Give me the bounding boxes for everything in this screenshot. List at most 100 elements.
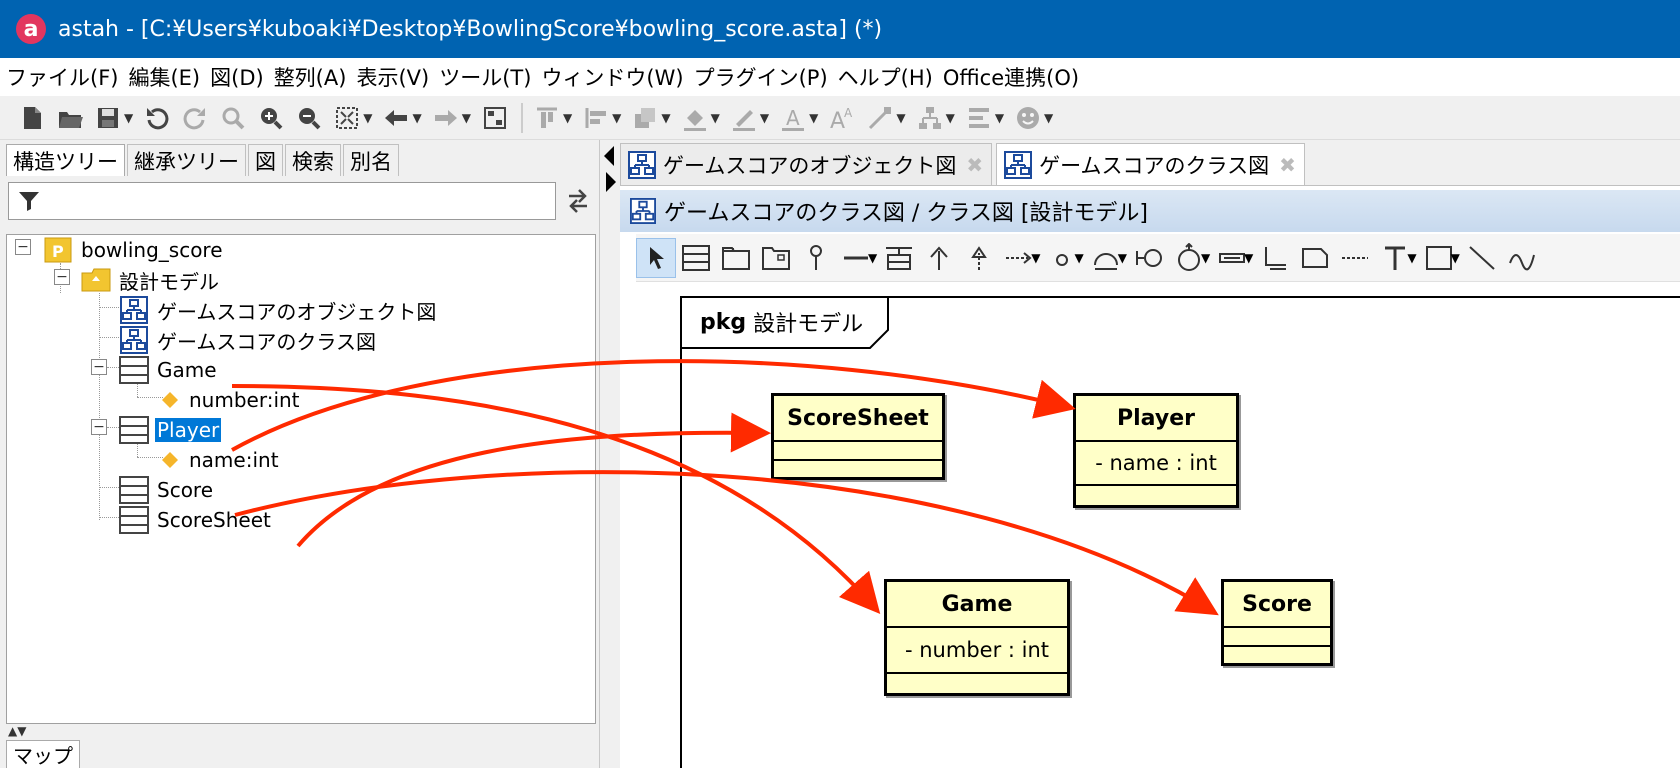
- open-folder-icon[interactable]: [52, 100, 88, 136]
- generalization-tool-icon[interactable]: [919, 238, 959, 278]
- attribute-dropdown-icon[interactable]: ▼: [1244, 251, 1253, 265]
- align-left-icon[interactable]: [578, 100, 614, 136]
- menu-view[interactable]: 表示(V): [356, 62, 429, 92]
- class-tool-icon[interactable]: [676, 238, 716, 278]
- font-size-icon[interactable]: AA: [824, 100, 860, 136]
- zoom-out-icon[interactable]: [291, 100, 327, 136]
- required-interface-dropdown-icon[interactable]: ▼: [1118, 251, 1127, 265]
- class-scoresheet[interactable]: ScoreSheet: [771, 393, 945, 480]
- tree-item-class-scoresheet[interactable]: ScoreSheet: [119, 505, 273, 535]
- tree-item-class-game[interactable]: Game: [119, 355, 219, 385]
- tree-item-model[interactable]: 設計モデル: [81, 265, 221, 295]
- menu-align[interactable]: 整列(A): [274, 62, 347, 92]
- class-player[interactable]: Player - name : int: [1073, 393, 1239, 508]
- tab-map[interactable]: マップ: [6, 740, 80, 768]
- menu-plugin[interactable]: プラグイン(P): [694, 62, 828, 92]
- lifeline-dropdown-icon[interactable]: ▼: [1201, 251, 1210, 265]
- tree-item-object-diagram[interactable]: ゲームスコアのオブジェクト図: [119, 295, 438, 325]
- fill-color-icon[interactable]: [677, 100, 713, 136]
- tab-alias[interactable]: 別名: [343, 144, 399, 176]
- tab-inheritance-tree[interactable]: 継承ツリー: [127, 144, 246, 176]
- tree-item-class-score[interactable]: Score: [119, 475, 215, 505]
- window-title: astah - [C:¥Users¥kuboaki¥Desktop¥Bowlin…: [58, 16, 883, 42]
- tree-filter-input[interactable]: [8, 182, 556, 220]
- redo-icon[interactable]: [177, 100, 213, 136]
- menu-office[interactable]: Office連携(O): [943, 62, 1079, 92]
- save-icon[interactable]: [90, 100, 126, 136]
- tree-item-label: 設計モデル: [119, 269, 219, 294]
- tab-class-diagram[interactable]: ゲームスコアのクラス図 ✖: [996, 143, 1305, 185]
- select-pointer-icon[interactable]: [636, 237, 676, 278]
- menu-file[interactable]: ファイル(F): [6, 62, 118, 92]
- dependency-dropdown-icon[interactable]: ▼: [1031, 251, 1040, 265]
- tab-label: ゲームスコアのクラス図: [1039, 153, 1270, 178]
- save-dropdown-icon[interactable]: ▼: [124, 111, 133, 125]
- tree-layout-icon[interactable]: [912, 100, 948, 136]
- fit-dropdown-icon[interactable]: ▼: [363, 111, 372, 125]
- layout-icon[interactable]: [477, 100, 513, 136]
- note-tool-icon[interactable]: [1295, 238, 1335, 278]
- collapse-toggle[interactable]: −: [91, 419, 107, 435]
- realization-tool-icon[interactable]: [959, 238, 999, 278]
- collapse-toggle[interactable]: −: [91, 359, 107, 375]
- class-game[interactable]: Game - number : int: [884, 579, 1070, 696]
- fit-window-icon[interactable]: [329, 100, 365, 136]
- package-frame[interactable]: [680, 296, 1680, 768]
- class-attributes: [774, 442, 942, 461]
- line-style-icon[interactable]: [862, 100, 898, 136]
- freehand-tool-icon[interactable]: [1502, 238, 1542, 278]
- collapse-panel-icon[interactable]: [600, 142, 620, 202]
- association-dropdown-icon[interactable]: ▼: [868, 251, 877, 265]
- tree-item-attribute-name[interactable]: name:int: [159, 445, 281, 475]
- class-name: Game: [887, 582, 1067, 628]
- menu-window[interactable]: ウィンドウ(W): [541, 62, 683, 92]
- tree-connector: [99, 517, 121, 518]
- tab-diagram[interactable]: 図: [248, 144, 283, 176]
- collapse-toggle[interactable]: −: [15, 239, 31, 255]
- menu-tool[interactable]: ツール(T): [439, 62, 531, 92]
- new-file-icon[interactable]: [14, 100, 50, 136]
- line-color-icon[interactable]: [726, 100, 762, 136]
- undo-icon[interactable]: [139, 100, 175, 136]
- tab-search[interactable]: 検索: [285, 144, 341, 176]
- package-tool-icon[interactable]: [716, 238, 756, 278]
- panel-splitter[interactable]: [600, 140, 620, 768]
- tree-item-attribute-number[interactable]: number:int: [159, 385, 302, 415]
- panel-resize-arrows-icon[interactable]: ▲▼: [8, 724, 26, 738]
- class-score[interactable]: Score: [1221, 579, 1333, 666]
- forward-arrow-icon[interactable]: [428, 100, 464, 136]
- menu-help[interactable]: ヘルプ(H): [838, 62, 933, 92]
- tree-item-class-diagram[interactable]: ゲームスコアのクラス図: [119, 325, 378, 355]
- provided-interface-tool-icon[interactable]: [1129, 238, 1169, 278]
- emoji-icon[interactable]: [1010, 100, 1046, 136]
- align-top-icon[interactable]: [529, 100, 565, 136]
- menu-edit[interactable]: 編集(E): [128, 62, 200, 92]
- usage-dropdown-icon[interactable]: ▼: [1074, 251, 1083, 265]
- astah-window: a astah - [C:¥Users¥kuboaki¥Desktop¥Bowl…: [0, 0, 1680, 768]
- association-class-tool-icon[interactable]: [879, 238, 919, 278]
- zoom-in-icon[interactable]: [253, 100, 289, 136]
- tab-structure-tree[interactable]: 構造ツリー: [6, 144, 125, 176]
- font-color-icon[interactable]: A: [775, 100, 811, 136]
- list-layout-icon[interactable]: [961, 100, 997, 136]
- tree-item-project[interactable]: P bowling_score: [43, 235, 225, 265]
- text-dropdown-icon[interactable]: ▼: [1407, 251, 1416, 265]
- subsystem-tool-icon[interactable]: [756, 238, 796, 278]
- diagram-icon: [1003, 150, 1033, 180]
- constraint-tool-icon[interactable]: [1255, 238, 1295, 278]
- close-icon[interactable]: ✖: [1279, 153, 1296, 177]
- back-arrow-icon[interactable]: [378, 100, 414, 136]
- collapse-toggle[interactable]: −: [54, 269, 70, 285]
- line-tool-icon[interactable]: [1462, 238, 1502, 278]
- tab-object-diagram[interactable]: ゲームスコアのオブジェクト図 ✖: [620, 143, 993, 185]
- sort-swap-icon[interactable]: [562, 182, 594, 220]
- order-icon[interactable]: [627, 100, 663, 136]
- search-icon[interactable]: [215, 100, 251, 136]
- back-dropdown-icon[interactable]: ▼: [412, 111, 421, 125]
- rectangle-dropdown-icon[interactable]: ▼: [1451, 251, 1460, 265]
- menu-diagram[interactable]: 図(D): [210, 62, 264, 92]
- note-anchor-tool-icon[interactable]: [1335, 238, 1375, 278]
- interface-tool-icon[interactable]: [796, 238, 836, 278]
- tree-item-class-player[interactable]: Player: [119, 415, 222, 445]
- close-icon[interactable]: ✖: [966, 153, 983, 177]
